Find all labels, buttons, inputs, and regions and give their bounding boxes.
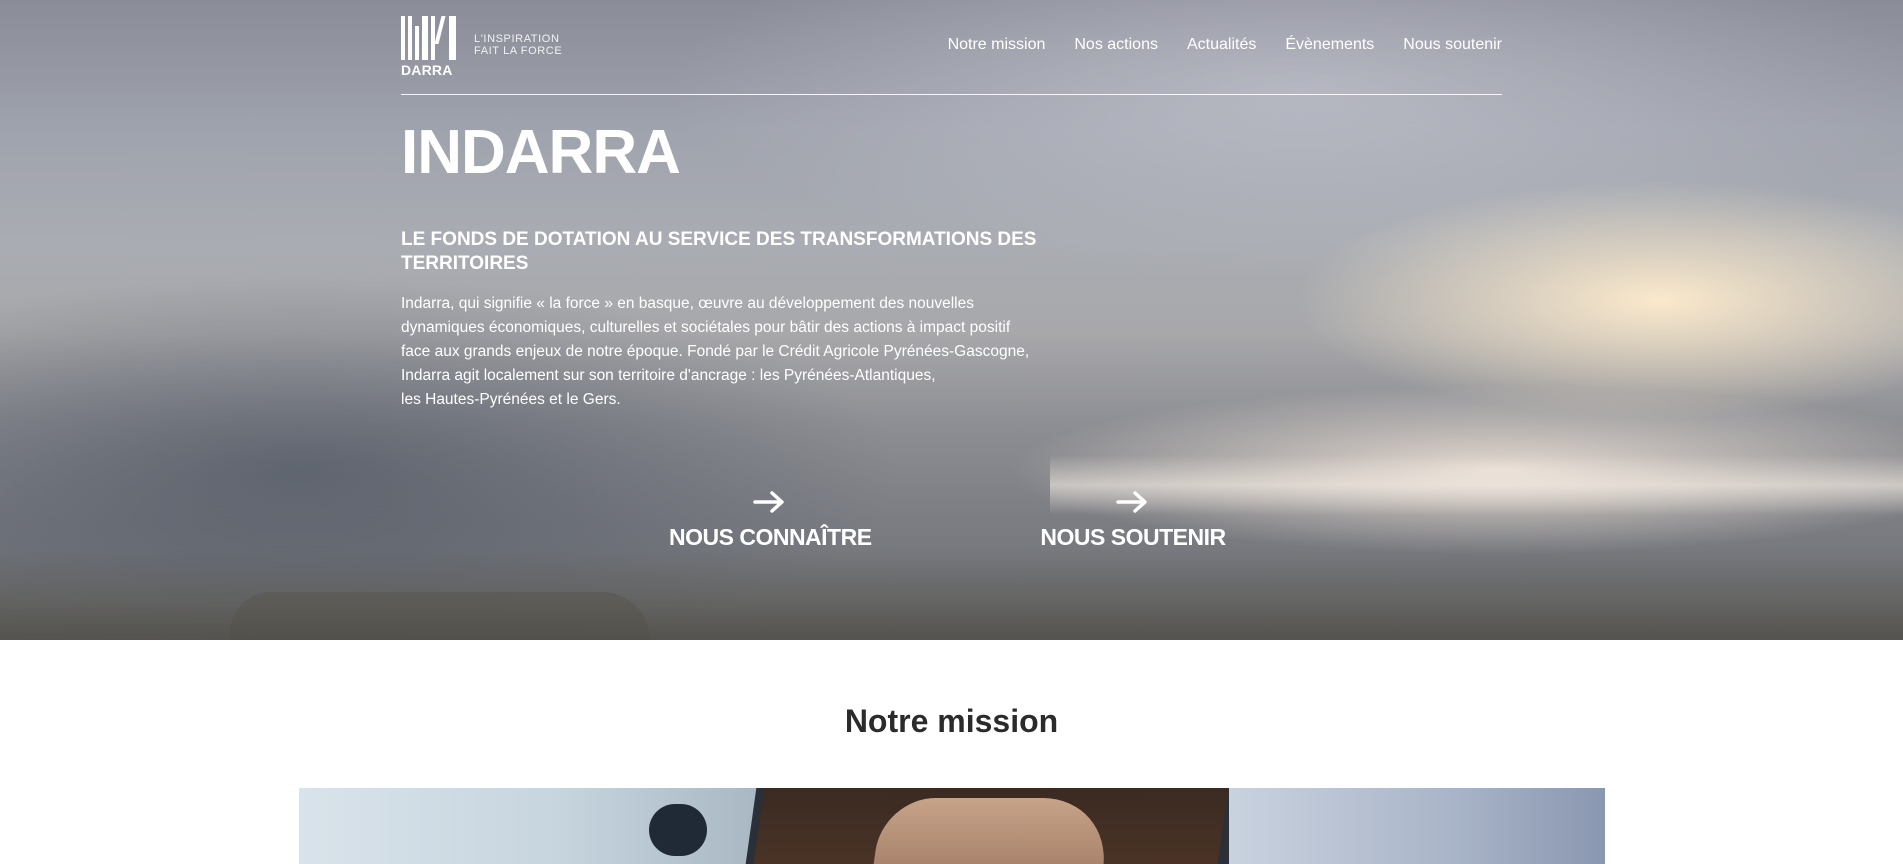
hero-description: Indarra, qui signifie « la force » en ba… [401,292,1101,412]
boxing-glove [649,804,707,856]
nav-item-actualites[interactable]: Actualités [1187,36,1256,54]
hero-description-line: Indarra, qui signifie « la force » en ba… [401,295,974,312]
header-divider [401,94,1502,95]
hero-description-line: Indarra agit localement sur son territoi… [401,367,936,384]
mission-heading: Notre mission [844,703,1059,739]
hero-description-line: les Hautes-Pyrénées et le Gers. [401,391,621,408]
arrow-right-icon [753,491,784,513]
hero-ridge [0,550,1903,640]
tagline-line: L'INSPIRATION [474,33,560,45]
mission-photo-sky [1229,788,1605,864]
site-logo[interactable]: DARRA [401,16,463,78]
hero-description-line: face aux grands enjeux de notre époque. … [401,343,1030,360]
main-nav: Notre mission Nos actions Actualités Évè… [948,36,1502,54]
nous-soutenir-button[interactable]: NOUS SOUTENIR [1040,490,1226,551]
hero-subtitle: LE FONDS DE DOTATION AU SERVICE DES TRAN… [401,229,1037,274]
logo-wordmark: DARRA [401,62,453,78]
cta-label: NOUS CONNAÎTRE [669,524,872,550]
nav-item-notre-mission[interactable]: Notre mission [948,36,1046,54]
hero-title: INDARRA [401,118,681,187]
logo-mark [401,16,457,60]
cta-label: NOUS SOUTENIR [1040,524,1226,550]
hand-in-soil [873,798,1113,864]
site-tagline: L'INSPIRATION FAIT LA FORCE [474,33,584,57]
mission-photo-soil [753,788,1245,864]
mission-image-collage [299,788,1605,864]
tagline-line: FAIT LA FORCE [474,45,563,57]
hero-description-line: dynamiques économiques, culturelles et s… [401,319,1011,336]
nav-item-nos-actions[interactable]: Nos actions [1074,36,1158,54]
nav-item-nous-soutenir[interactable]: Nous soutenir [1403,36,1502,54]
mission-photo-boxing [299,788,769,864]
nav-item-evenements[interactable]: Évènements [1285,36,1374,54]
nous-connaitre-button[interactable]: NOUS CONNAÎTRE [669,490,872,551]
arrow-right-icon [1116,491,1147,513]
